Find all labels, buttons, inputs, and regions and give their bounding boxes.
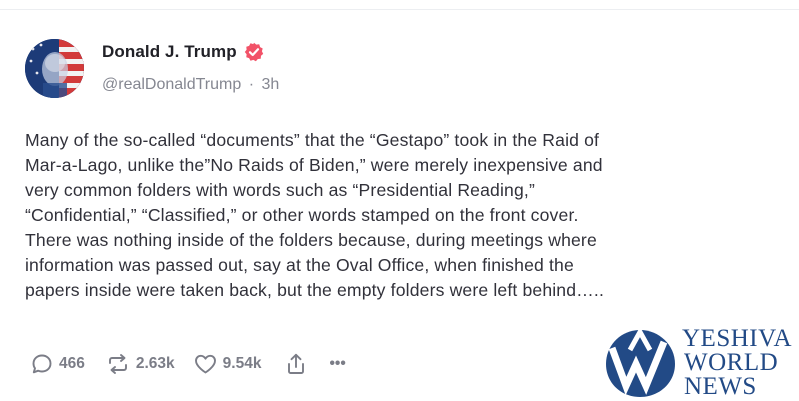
yeshiva-world-news-logo xyxy=(606,328,675,397)
post-text-line: Mar-a-Lago, unlike the”No Raids of Biden… xyxy=(25,155,603,175)
author-name[interactable]: Donald J. Trump xyxy=(102,42,237,62)
avatar-image xyxy=(25,39,84,98)
heart-icon xyxy=(194,354,216,374)
share-button[interactable] xyxy=(285,352,307,376)
repost-count: 2.63k xyxy=(135,355,175,372)
post-text-line: very common folders with words such as “… xyxy=(25,180,535,200)
avatar[interactable] xyxy=(25,39,84,98)
repost-button[interactable]: 2.63k xyxy=(105,352,175,376)
watermark-line-2: WORLD xyxy=(684,349,779,376)
reply-button[interactable]: 466 xyxy=(30,352,85,376)
watermark: YESHIVA WORLD NEWS xyxy=(604,326,799,401)
top-divider xyxy=(0,9,799,10)
author-row: Donald J. Trump xyxy=(102,42,264,62)
handle-separator: · xyxy=(248,76,255,93)
share-upload-icon xyxy=(288,353,305,374)
handle-row: @realDonaldTrump · 3h xyxy=(102,76,279,94)
watermark-line-3: NEWS xyxy=(684,373,757,400)
watermark-text: YESHIVA WORLD NEWS xyxy=(682,325,792,400)
post-time[interactable]: 3h xyxy=(262,76,280,93)
post-text-line: information was passed out, say at the O… xyxy=(25,255,574,275)
action-bar: 466 2.63k 9.54k ••• xyxy=(30,352,346,376)
author-handle[interactable]: @realDonaldTrump xyxy=(102,76,241,93)
watermark-line-1: YESHIVA xyxy=(682,325,792,352)
reply-count: 466 xyxy=(59,355,85,372)
repost-arrows-icon xyxy=(108,354,127,374)
post-text-line: papers inside were taken back, but the e… xyxy=(25,280,604,300)
post-body: Many of the so-called “documents” that t… xyxy=(25,128,785,303)
post-text-line: There was nothing inside of the folders … xyxy=(25,230,597,250)
reply-bubble-icon xyxy=(32,354,52,374)
verified-badge-icon xyxy=(244,42,263,62)
more-options-button[interactable]: ••• xyxy=(329,355,345,373)
post-text-line: Many of the so-called “documents” that t… xyxy=(25,130,600,150)
like-count: 9.54k xyxy=(222,355,262,372)
like-button[interactable]: 9.54k xyxy=(193,352,262,376)
post-text-line: “Confidential,” “Classified,” or other w… xyxy=(25,205,579,225)
more-dots-icon: ••• xyxy=(329,355,346,372)
